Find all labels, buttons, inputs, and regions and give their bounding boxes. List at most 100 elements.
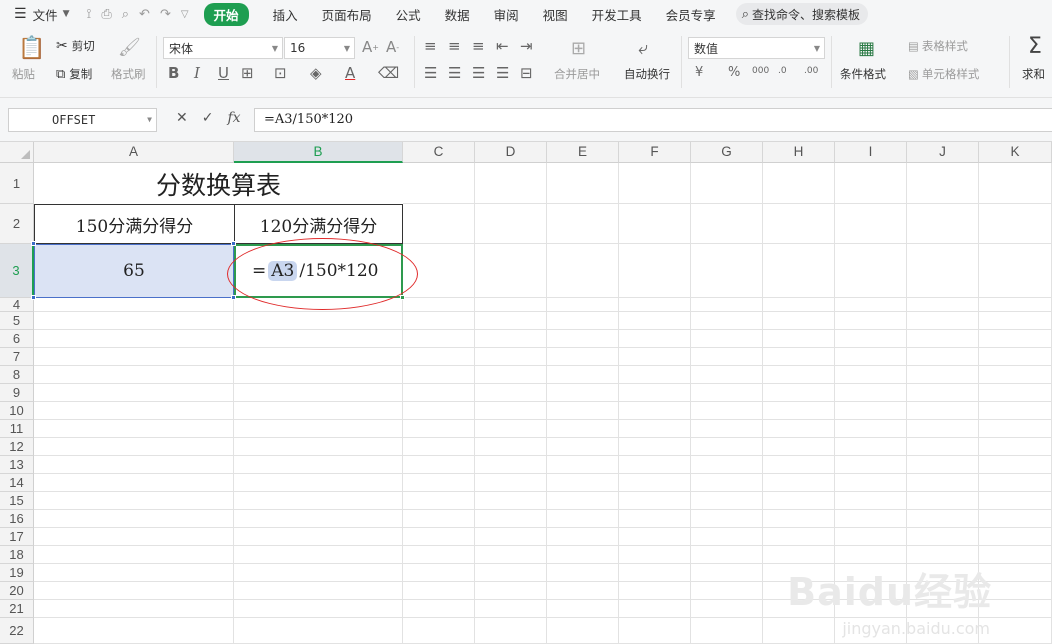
align-right-icon[interactable]: ☰ bbox=[472, 64, 485, 82]
row-header-11[interactable]: 11 bbox=[0, 420, 34, 438]
ref-handle-top-right[interactable] bbox=[231, 241, 236, 246]
fill-handle[interactable] bbox=[400, 295, 405, 300]
column-header-j[interactable]: J bbox=[907, 142, 979, 163]
increase-indent-icon[interactable]: ⇥ bbox=[520, 37, 533, 55]
select-all-corner[interactable] bbox=[0, 142, 34, 163]
row-header-19[interactable]: 19 bbox=[0, 564, 34, 582]
tab-member[interactable]: 会员专享 bbox=[666, 5, 716, 24]
column-header-k[interactable]: K bbox=[979, 142, 1052, 163]
print-preview-icon[interactable]: ⌕ bbox=[122, 7, 129, 22]
insert-function-icon[interactable]: fx bbox=[227, 110, 240, 126]
table-style-button[interactable]: ▤ 表格样式 bbox=[908, 38, 968, 54]
ref-handle-bottom-right[interactable] bbox=[231, 295, 236, 300]
command-search[interactable]: ⌕ 查找命令、搜索模板 bbox=[735, 3, 868, 25]
decrease-font-icon[interactable]: A- bbox=[386, 38, 399, 56]
row-header-2[interactable]: 2 bbox=[0, 204, 34, 244]
align-left-icon[interactable]: ☰ bbox=[424, 64, 437, 82]
merge-center-button[interactable]: 合并居中 bbox=[554, 66, 600, 82]
tab-developer[interactable]: 开发工具 bbox=[592, 5, 642, 24]
row-header-14[interactable]: 14 bbox=[0, 474, 34, 492]
confirm-icon[interactable]: ✓ bbox=[202, 110, 214, 126]
tab-review[interactable]: 审阅 bbox=[494, 5, 519, 24]
decrease-decimal-icon[interactable]: .00 bbox=[804, 66, 818, 76]
spreadsheet-grid[interactable]: ABCDEFGHIJK 1 2 3 4 5 6 7 8 9 10 11 12 13 14 15 16 17 18 1… bbox=[0, 142, 1052, 644]
cell-style-icon[interactable]: ⊡ bbox=[274, 64, 287, 82]
name-box[interactable]: OFFSET ▼ bbox=[8, 108, 157, 132]
row-header-13[interactable]: 13 bbox=[0, 456, 34, 474]
percent-icon[interactable]: % bbox=[728, 65, 740, 80]
row-header-22[interactable]: 22 bbox=[0, 618, 34, 644]
cell-a3-referenced[interactable]: 65 bbox=[34, 244, 234, 298]
column-header-i[interactable]: I bbox=[835, 142, 907, 163]
sum-button[interactable]: 求和 bbox=[1022, 66, 1045, 82]
eraser-icon[interactable]: ⌫ bbox=[378, 64, 399, 82]
formula-input[interactable]: =A3/150*120 bbox=[254, 108, 1052, 132]
ref-handle-bottom-left[interactable] bbox=[31, 295, 36, 300]
row-header-9[interactable]: 9 bbox=[0, 384, 34, 402]
column-header-e[interactable]: E bbox=[547, 142, 619, 163]
row-header-21[interactable]: 21 bbox=[0, 600, 34, 618]
column-header-d[interactable]: D bbox=[475, 142, 547, 163]
align-bottom-icon[interactable]: ≡ bbox=[472, 37, 485, 55]
bold-icon[interactable]: B bbox=[168, 64, 179, 82]
cell-b3-editing[interactable]: = A3 /150*120 bbox=[234, 244, 403, 298]
customize-icon[interactable]: ▽ bbox=[181, 9, 189, 20]
row-header-10[interactable]: 10 bbox=[0, 402, 34, 420]
conditional-format-button[interactable]: 条件格式 bbox=[840, 66, 886, 82]
font-color-icon[interactable]: A bbox=[345, 64, 355, 82]
increase-font-icon[interactable]: A + bbox=[362, 38, 379, 56]
cut-button[interactable]: ✂ 剪切 bbox=[56, 38, 95, 54]
thousands-icon[interactable]: 000 bbox=[752, 66, 769, 76]
row-header-17[interactable]: 17 bbox=[0, 528, 34, 546]
tab-home[interactable]: 开始 bbox=[203, 2, 249, 26]
row-header-1[interactable]: 1 bbox=[0, 163, 34, 204]
increase-decimal-icon[interactable]: .0 bbox=[778, 66, 787, 76]
font-size-select[interactable]: 16 ▼ bbox=[284, 37, 355, 59]
column-header-h[interactable]: H bbox=[763, 142, 835, 163]
fill-color-icon[interactable]: ◈ bbox=[310, 64, 322, 82]
format-painter-button[interactable]: 格式刷 bbox=[111, 66, 146, 82]
distribute-icon[interactable]: ⊟ bbox=[520, 64, 533, 82]
print-icon[interactable]: ⎙ bbox=[101, 7, 111, 22]
align-top-icon[interactable]: ≡ bbox=[424, 37, 437, 55]
row-header-12[interactable]: 12 bbox=[0, 438, 34, 456]
column-header-c[interactable]: C bbox=[403, 142, 475, 163]
file-menu[interactable]: ☰ 文件 ▼ bbox=[14, 5, 70, 24]
align-center-icon[interactable]: ☰ bbox=[448, 64, 461, 82]
column-header-a[interactable]: A bbox=[34, 142, 234, 163]
row-header-3[interactable]: 3 bbox=[0, 244, 34, 298]
tab-insert[interactable]: 插入 bbox=[273, 5, 298, 24]
cancel-icon[interactable]: ✕ bbox=[176, 110, 188, 126]
row-header-16[interactable]: 16 bbox=[0, 510, 34, 528]
paste-button[interactable]: 粘贴 bbox=[12, 66, 35, 82]
undo-icon[interactable]: ↶ bbox=[139, 7, 150, 22]
tab-formulas[interactable]: 公式 bbox=[396, 5, 421, 24]
row-header-15[interactable]: 15 bbox=[0, 492, 34, 510]
tab-data[interactable]: 数据 bbox=[445, 5, 470, 24]
underline-icon[interactable]: U bbox=[218, 64, 229, 82]
number-format-select[interactable]: 数值 ▼ bbox=[688, 37, 825, 59]
cell-b2-header[interactable]: 120分满分得分 bbox=[234, 204, 403, 244]
decrease-indent-icon[interactable]: ⇤ bbox=[496, 37, 509, 55]
format-brush-icon[interactable]: ⟟ bbox=[87, 7, 92, 22]
row-header-5[interactable]: 5 bbox=[0, 312, 34, 330]
tab-view[interactable]: 视图 bbox=[543, 5, 568, 24]
copy-button[interactable]: ⧉ 复制 bbox=[56, 66, 92, 82]
column-header-f[interactable]: F bbox=[619, 142, 691, 163]
wrap-text-button[interactable]: 自动换行 bbox=[624, 66, 670, 82]
row-header-20[interactable]: 20 bbox=[0, 582, 34, 600]
italic-icon[interactable]: I bbox=[194, 64, 200, 82]
row-header-6[interactable]: 6 bbox=[0, 330, 34, 348]
column-header-g[interactable]: G bbox=[691, 142, 763, 163]
border-icon[interactable]: ⊞ bbox=[241, 64, 254, 82]
row-header-18[interactable]: 18 bbox=[0, 546, 34, 564]
column-header-b[interactable]: B bbox=[234, 142, 403, 163]
redo-icon[interactable]: ↷ bbox=[160, 7, 171, 22]
paste-icon[interactable]: 📋 bbox=[18, 36, 45, 61]
row-header-7[interactable]: 7 bbox=[0, 348, 34, 366]
ref-handle-top-left[interactable] bbox=[31, 241, 36, 246]
row-header-8[interactable]: 8 bbox=[0, 366, 34, 384]
cell-style-button[interactable]: ▧ 单元格样式 bbox=[908, 66, 979, 82]
tab-page-layout[interactable]: 页面布局 bbox=[322, 5, 372, 24]
cell-a1-title[interactable]: 分数换算表 bbox=[34, 163, 403, 204]
